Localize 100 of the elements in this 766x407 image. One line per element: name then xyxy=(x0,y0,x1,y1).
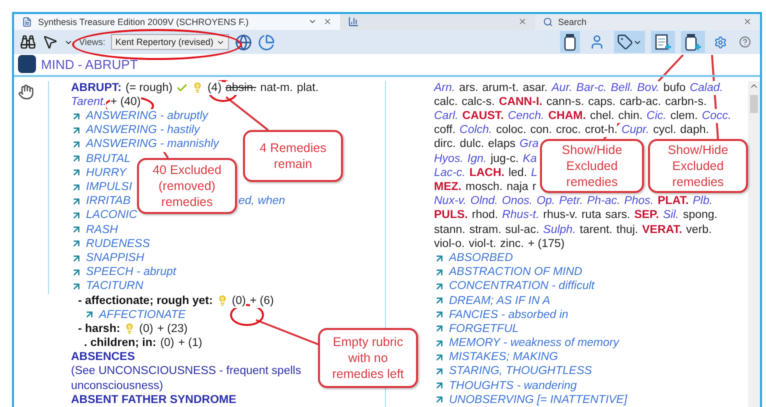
cross-reference-link[interactable]: MEMORY - weakness of memory xyxy=(449,336,619,350)
leader-line xyxy=(256,319,320,346)
callout-box: 40 Excluded (removed) remedies xyxy=(137,158,237,214)
jar-plus-icon xyxy=(684,33,702,52)
cross-reference-link[interactable]: DREAM; AS IF IN A xyxy=(449,294,550,308)
document-tab[interactable]: Synthesis Treasure Edition 2009V (SCHROYENS F.) xyxy=(14,14,340,30)
remedy-abbreviation: carb-ac. xyxy=(620,94,662,110)
toolbar-button[interactable] xyxy=(560,31,580,54)
arrow-icon xyxy=(71,252,82,264)
excluded-count[interactable]: + (40) xyxy=(110,94,141,110)
callout-box: 4 Remedies remain xyxy=(243,130,343,182)
excluded-count[interactable]: + (6) xyxy=(250,294,274,308)
arrow-icon xyxy=(434,323,445,334)
callout-box: Show/Hide Excluded remedies xyxy=(648,139,748,193)
toolbar-button[interactable] xyxy=(651,31,675,54)
toolbar-button[interactable] xyxy=(614,31,645,54)
arrow-icon xyxy=(71,167,82,178)
pie-chart-icon[interactable] xyxy=(258,34,276,51)
arrow-icon xyxy=(434,366,445,378)
close-icon[interactable] xyxy=(743,17,752,26)
cross-reference-link[interactable]: SPEECH - abrupt xyxy=(86,265,176,280)
subrubric-label: - affectionate; rough yet: xyxy=(78,294,213,308)
remedy-count: (0) xyxy=(160,336,174,350)
arrow-icon xyxy=(71,124,82,136)
document-plus-icon xyxy=(654,33,672,52)
remedy-abbreviation: crot-h. xyxy=(584,123,618,138)
scrollbar[interactable] xyxy=(748,80,760,407)
toolbar-button[interactable] xyxy=(681,31,705,54)
head-icon xyxy=(18,55,36,74)
close-icon[interactable] xyxy=(518,17,527,26)
excluded-count[interactable]: + (23) xyxy=(157,322,188,336)
check-icon xyxy=(176,82,188,94)
see-reference: unconsciousness) xyxy=(71,378,164,393)
globe-icon[interactable] xyxy=(235,34,252,51)
views-dropdown[interactable]: Kent Repertory (revised) xyxy=(111,34,230,50)
remedy-count: (4) xyxy=(207,80,222,95)
arrow-icon xyxy=(71,196,82,207)
arrow-icon xyxy=(434,380,445,392)
cross-reference-link[interactable]: ANSWERING - abruptly xyxy=(86,109,208,124)
jar-icon xyxy=(563,33,577,52)
close-icon[interactable] xyxy=(323,17,332,26)
remedy-abbreviation: daph. xyxy=(680,123,709,138)
remedy-abbreviation: jug-c. xyxy=(490,152,519,166)
arrow-icon xyxy=(71,224,82,236)
arrow-icon xyxy=(71,153,82,164)
remedy-abbreviation: absin. xyxy=(226,80,256,95)
arrow-icon xyxy=(71,139,82,150)
arrow-icon xyxy=(71,182,82,193)
arrow-icon xyxy=(434,280,445,292)
remedy-abbreviation: Sulph. xyxy=(543,222,576,237)
settings-icon xyxy=(714,36,727,49)
remedy-abbreviation: plat. xyxy=(296,80,319,95)
lightbulb-icon xyxy=(192,82,204,94)
remedy-abbreviation: Tarent. xyxy=(71,94,106,110)
remedy-abbreviation: Op. xyxy=(536,194,556,208)
excluded-count[interactable]: + (1) xyxy=(178,336,202,350)
rubric-synonym: (= rough) xyxy=(125,80,172,95)
remedy-abbreviation: Cupr. xyxy=(621,123,650,138)
remedy-abbreviation: cycl. xyxy=(653,123,676,138)
remedy-abbreviation: Hyos. xyxy=(434,152,464,166)
cross-reference-link[interactable]: ANSWERING - mannishly xyxy=(86,137,219,152)
arrow-icon xyxy=(434,266,445,278)
remedy-abbreviation: thuj. xyxy=(616,222,638,237)
remedy-count: (0) xyxy=(232,294,246,308)
cross-reference-link[interactable]: UNOBSERVING [= INATTENTIVE] xyxy=(449,392,628,407)
remedy-abbreviation: Bov. xyxy=(637,80,660,95)
remedy-abbreviation: elaps xyxy=(488,137,516,152)
see-reference: (See UNCONSCIOUSNESS - frequent spells xyxy=(71,364,302,379)
pointing-hand-icon xyxy=(18,84,34,100)
views-label: Views: xyxy=(79,37,106,48)
remedy-abbreviation: Cocc. xyxy=(702,109,732,124)
cross-reference-link[interactable]: MISTAKES; MAKING xyxy=(449,350,558,364)
subrubric-label: . children; in: xyxy=(84,336,156,350)
arrow-icon xyxy=(434,295,445,306)
arrow-icon xyxy=(71,210,82,221)
arrow-icon xyxy=(434,252,445,264)
leader-line xyxy=(225,96,269,131)
binoculars-icon[interactable] xyxy=(20,34,36,50)
arrow-icon xyxy=(71,238,82,250)
remedy-count: (0) xyxy=(139,322,154,336)
remedy-abbreviation: chin. xyxy=(618,109,643,124)
search-icon xyxy=(543,16,553,27)
help-icon xyxy=(739,36,751,48)
person-icon xyxy=(589,34,605,50)
arrow-icon xyxy=(434,309,445,320)
callout-box: Show/Hide Excluded remedies xyxy=(540,139,644,193)
arrow-icon xyxy=(84,309,95,320)
arrow-icon xyxy=(71,266,82,278)
cross-reference-link[interactable]: ANSWERING - hastily xyxy=(86,123,200,138)
remedy-abbreviation: Calad. xyxy=(690,80,723,95)
remedy-abbreviation: + (175) xyxy=(528,236,565,251)
bar-chart-icon xyxy=(348,16,359,28)
cross-reference-link[interactable]: ed, when xyxy=(238,194,286,208)
cross-reference-link[interactable]: THOUGHTS - wandering xyxy=(449,378,577,393)
scrollbar-thumb[interactable] xyxy=(750,94,758,113)
remedy-abbreviation: naja xyxy=(506,180,528,194)
arrow-icon xyxy=(434,352,445,363)
tag-icon xyxy=(617,34,633,50)
arrow-icon xyxy=(71,280,82,292)
arrow-icon xyxy=(434,394,445,406)
